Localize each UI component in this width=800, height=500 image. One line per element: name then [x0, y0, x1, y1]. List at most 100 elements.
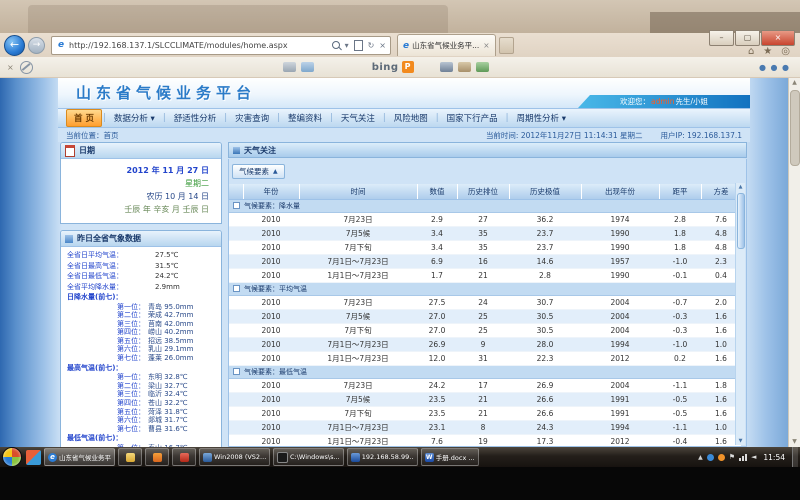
url-text[interactable]: http://192.168.137.1/SLCCLIMATE/modules/…	[69, 41, 328, 50]
climate-element-button[interactable]: 气候要素 ▲	[232, 164, 285, 179]
search-icon[interactable]	[332, 41, 340, 49]
pinned-app-icon[interactable]	[26, 450, 41, 465]
volume-icon[interactable]: ◄	[751, 453, 756, 461]
tab-close-icon[interactable]: ×	[483, 41, 489, 50]
rank-label: 第七位：	[67, 425, 145, 434]
nav-item-7[interactable]: 国家下行产品	[440, 110, 505, 126]
nav-item-0[interactable]: 首 页	[66, 109, 102, 127]
nav-item-1[interactable]: 数据分析 ▾	[107, 110, 162, 126]
start-button[interactable]	[2, 447, 22, 467]
close-button[interactable]: ×	[761, 30, 795, 46]
toolbar-icon-camera[interactable]	[440, 62, 453, 72]
taskbar: e山东省气候业务平... Win2008 (VS2...C:\Windows\s.…	[0, 447, 800, 467]
table-scrollbar[interactable]: ▲ ▼	[735, 183, 745, 445]
taskbar-button-0[interactable]: e山东省气候业务平...	[44, 448, 115, 466]
cell: 23.5	[417, 393, 457, 407]
expand-checkbox-icon[interactable]	[233, 285, 240, 292]
taskbar-button-5[interactable]: C:\Windows\s...	[273, 448, 344, 466]
page-scroll-down-icon[interactable]: ▼	[789, 437, 800, 447]
cell: 21	[457, 393, 509, 407]
cell: 21	[457, 407, 509, 421]
table-scroll-thumb[interactable]	[737, 193, 745, 249]
tray-network-globe-icon[interactable]	[707, 454, 714, 461]
action-center-flag-icon[interactable]: ⚑	[729, 453, 735, 461]
toolbar-icon-card[interactable]	[301, 62, 314, 72]
cell: 17.3	[509, 435, 581, 448]
browser-scrollbar[interactable]: ▲ ▼	[788, 78, 800, 447]
nav-item-8[interactable]: 周期性分析 ▾	[510, 110, 573, 126]
new-tab-button[interactable]	[499, 37, 514, 54]
table-group-row-0[interactable]: 气候要素：降水量	[229, 200, 741, 213]
forward-button[interactable]: →	[28, 37, 45, 54]
cell: -0.7	[659, 296, 701, 310]
taskbar-button-7[interactable]: W手册.docx ...	[421, 448, 479, 466]
address-bar[interactable]: e http://192.168.137.1/SLCCLIMATE/module…	[51, 36, 391, 55]
nav-item-2[interactable]: 舒适性分析	[167, 110, 224, 126]
cell: 26.9	[509, 379, 581, 393]
minimize-button[interactable]: –	[709, 30, 734, 46]
maximize-button[interactable]: ▢	[735, 30, 760, 46]
row-select-cell	[229, 435, 243, 448]
nav-item-4[interactable]: 整编资料	[281, 110, 329, 126]
rank-label: 第六位：	[67, 416, 145, 425]
rank-value: 荣成 42.7mm	[148, 311, 193, 320]
group-checkbox-cell[interactable]	[229, 366, 243, 379]
window-controls: – ▢ ×	[708, 30, 795, 46]
scroll-down-icon[interactable]: ▼	[736, 437, 745, 445]
refresh-icon[interactable]: ↻	[368, 41, 375, 50]
page-scroll-up-icon[interactable]: ▲	[789, 78, 800, 88]
row-select-cell	[229, 296, 243, 310]
taskbar-button-4[interactable]: Win2008 (VS2...	[199, 448, 270, 466]
cell: 30.5	[509, 310, 581, 324]
toolbar-icon-share[interactable]	[476, 62, 489, 72]
taskbar-button-3[interactable]	[172, 448, 196, 466]
bing-toolbar[interactable]: bing Ρ	[372, 61, 414, 73]
browser-tab[interactable]: e 山东省气候业务平... ×	[397, 34, 496, 56]
cell: 23.7	[509, 241, 581, 255]
background-window	[28, 5, 448, 33]
table-group-row-1[interactable]: 气候要素：平均气温	[229, 283, 741, 296]
search-dropdown-icon[interactable]: ▾	[345, 41, 349, 50]
toolbar-more-icon[interactable]: ● ● ●	[759, 63, 790, 72]
toolbar-icon-mail[interactable]	[283, 62, 296, 72]
cell: 1994	[581, 421, 659, 435]
column-header-6: 距平	[659, 184, 701, 200]
tab-favicon-icon: e	[403, 41, 409, 51]
tray-app-icon[interactable]	[718, 454, 725, 461]
taskbar-clock[interactable]: 11:54	[763, 453, 785, 462]
toolbar-close-icon[interactable]: ×	[7, 63, 14, 72]
cell: 1月1日～7月23日	[299, 435, 417, 448]
tray-expand-icon[interactable]: ▲	[698, 454, 703, 461]
group-checkbox-cell[interactable]	[229, 283, 243, 296]
table-group-row-2[interactable]: 气候要素：最低气温	[229, 366, 741, 379]
taskbar-button-2[interactable]	[145, 448, 169, 466]
cell: 1990	[581, 269, 659, 283]
table-row: 20107月下旬23.52126.61991-0.51.6	[229, 407, 741, 421]
page-scroll-thumb[interactable]	[790, 90, 800, 166]
column-header-0: 年份	[243, 184, 299, 200]
taskbar-button-6[interactable]: 192.168.58.99...	[347, 448, 418, 466]
toolbar-icon-user[interactable]	[458, 62, 471, 72]
home-icon[interactable]: ⌂	[748, 46, 754, 57]
expand-checkbox-icon[interactable]	[233, 368, 240, 375]
rank-item: 第三位：临沂 32.4℃	[67, 390, 218, 399]
compatibility-view-icon[interactable]	[354, 40, 363, 51]
settings-gear-icon[interactable]: ◎	[781, 46, 790, 57]
scroll-up-icon[interactable]: ▲	[736, 183, 745, 191]
group-checkbox-cell[interactable]	[229, 200, 243, 213]
group-label: 气候要素：平均气温	[243, 283, 741, 296]
taskbar-button-1[interactable]	[118, 448, 142, 466]
show-desktop-button[interactable]	[792, 447, 798, 467]
nav-item-6[interactable]: 风险地图	[387, 110, 435, 126]
stop-icon[interactable]: ×	[379, 41, 386, 50]
column-header-1: 时间	[299, 184, 417, 200]
nav-item-3[interactable]: 灾害查询	[228, 110, 276, 126]
rank-label: 第五位：	[67, 408, 145, 417]
back-button[interactable]: ←	[4, 35, 25, 56]
bing-search-icon[interactable]: Ρ	[402, 61, 414, 73]
favorites-star-icon[interactable]: ★	[763, 46, 772, 57]
nav-item-5[interactable]: 天气关注	[334, 110, 382, 126]
network-status-icon[interactable]	[739, 454, 747, 461]
column-header-2: 数值	[417, 184, 457, 200]
expand-checkbox-icon[interactable]	[233, 202, 240, 209]
